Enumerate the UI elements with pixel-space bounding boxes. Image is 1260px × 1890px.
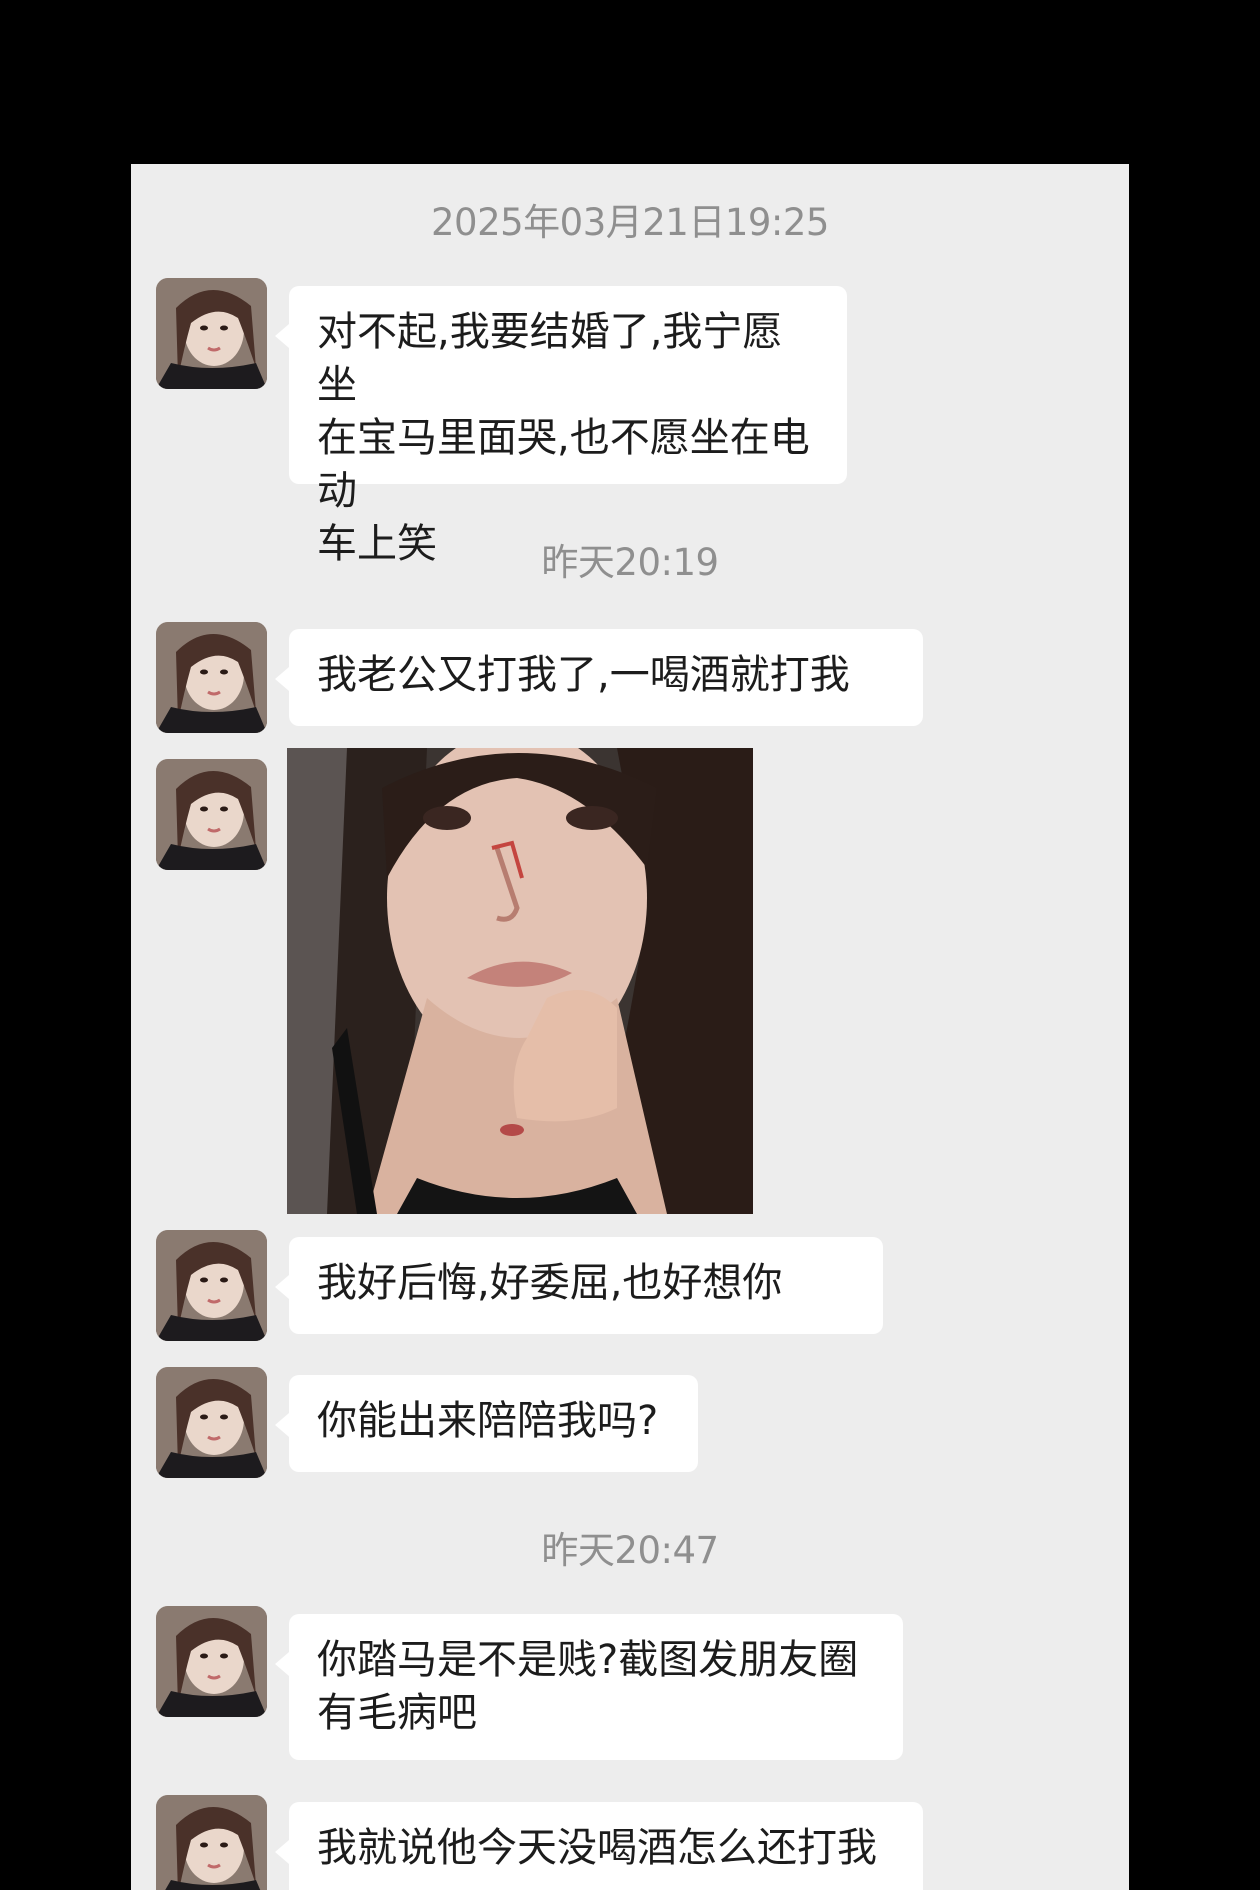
timestamp-2: 昨天20:19 (541, 541, 719, 584)
message-bubble[interactable]: 对不起,我要结婚了,我宁愿坐 在宝马里面哭,也不愿坐在电动 车上笑 (275, 286, 847, 567)
chat-panel: 2025年03月21日19:25 对不起,我要结婚了,我宁愿坐 在宝马里面哭,也… (131, 164, 1129, 1890)
message-bubble[interactable]: 我就说他今天没喝酒怎么还打我 (275, 1802, 923, 1890)
contact-avatar[interactable] (156, 1230, 267, 1341)
message-text: 你能出来陪陪我吗? (317, 1398, 659, 1444)
contact-avatar[interactable] (156, 1606, 267, 1717)
message-bubble[interactable]: 我老公又打我了,一喝酒就打我 (275, 629, 923, 726)
message-text: 我好后悔,好委屈,也好想你 (317, 1260, 783, 1306)
message-text: 你踏马是不是贱?截图发朋友圈 有毛病吧 (317, 1637, 859, 1736)
contact-avatar[interactable] (156, 1795, 267, 1890)
message-bubble[interactable]: 你踏马是不是贱?截图发朋友圈 有毛病吧 (275, 1614, 903, 1760)
contact-avatar[interactable] (156, 622, 267, 733)
message-text: 我就说他今天没喝酒怎么还打我 (317, 1825, 877, 1871)
timestamp-1: 2025年03月21日19:25 (431, 201, 829, 244)
message-text: 对不起,我要结婚了,我宁愿坐 在宝马里面哭,也不愿坐在电动 车上笑 (317, 309, 810, 567)
message-bubble[interactable]: 你能出来陪陪我吗? (275, 1375, 698, 1472)
contact-avatar[interactable] (156, 759, 267, 870)
message-bubble[interactable]: 我好后悔,好委屈,也好想你 (275, 1237, 883, 1334)
timestamp-3: 昨天20:47 (541, 1529, 719, 1572)
contact-avatar[interactable] (156, 1367, 267, 1478)
contact-avatar[interactable] (156, 278, 267, 389)
image-message[interactable] (287, 748, 753, 1214)
message-text: 我老公又打我了,一喝酒就打我 (317, 652, 850, 698)
